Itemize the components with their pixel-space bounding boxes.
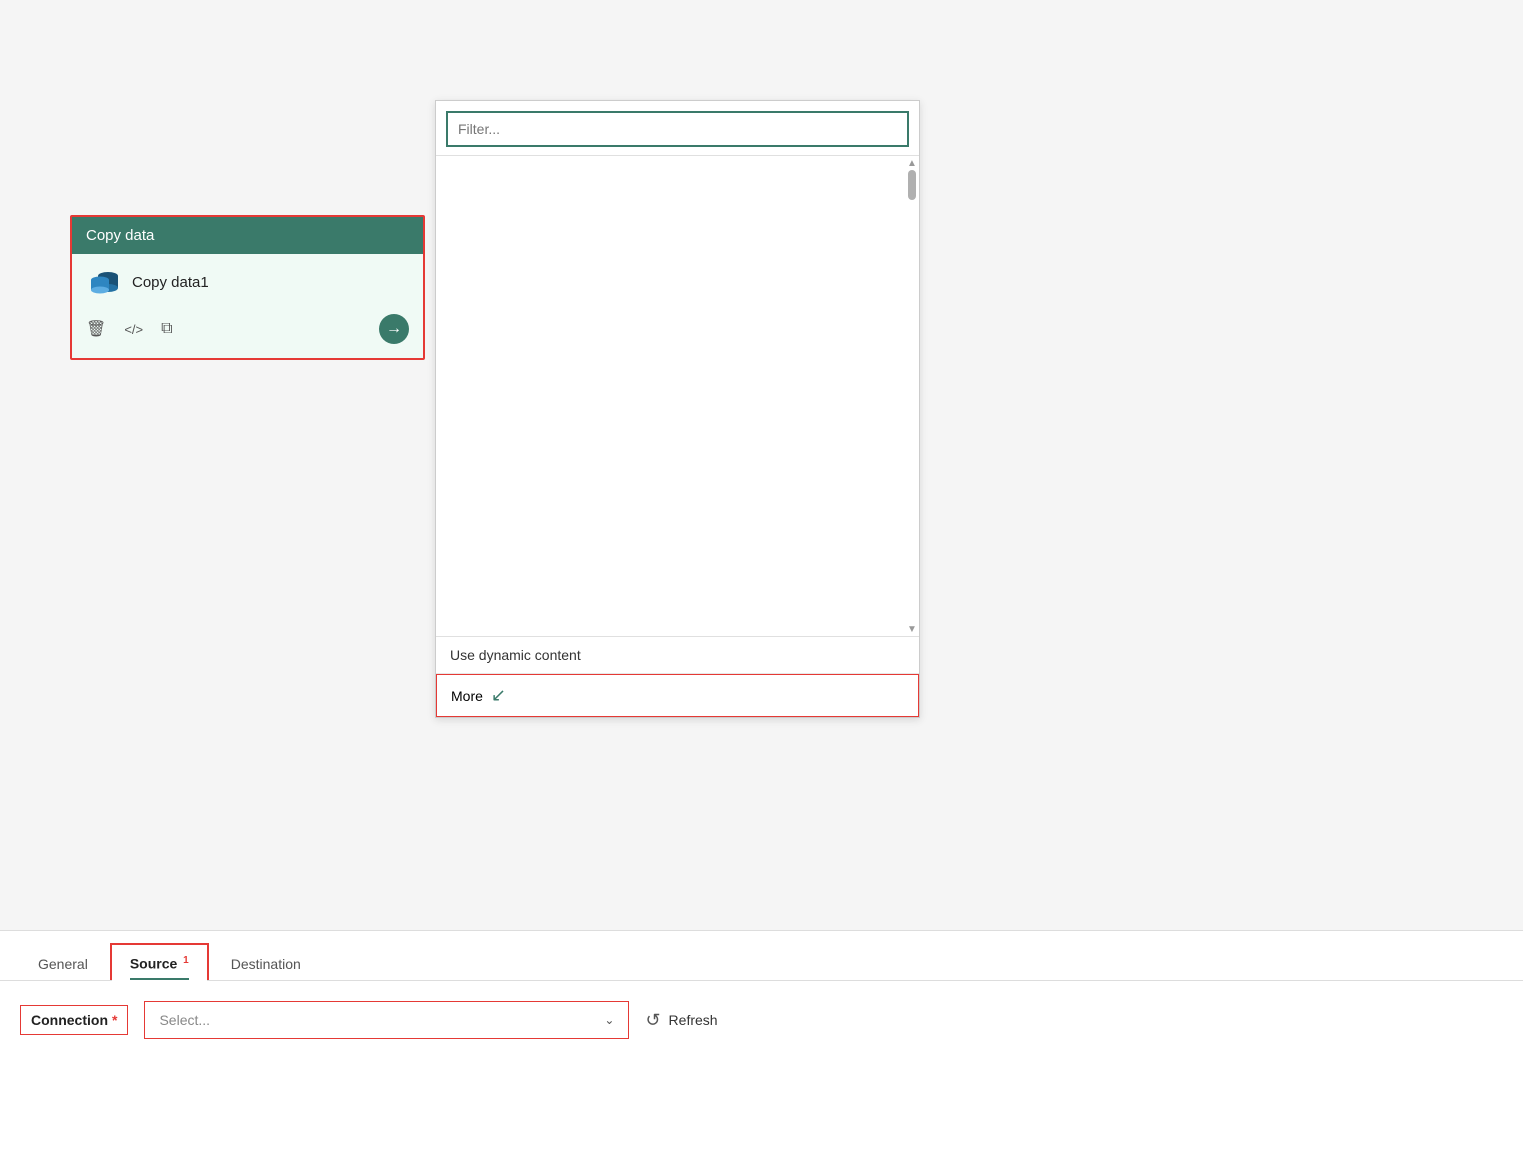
database-icon xyxy=(86,264,122,300)
tab-general-label: General xyxy=(38,956,88,972)
dropdown-list-area[interactable]: ▲ ▼ xyxy=(436,156,919,636)
tab-source-underline xyxy=(130,978,189,980)
copy-data-item-name: Copy data1 xyxy=(132,274,209,291)
copy-icon[interactable]: ⧉ xyxy=(161,320,172,338)
connection-text: Connection xyxy=(31,1012,108,1028)
open-arrow-button[interactable]: → xyxy=(379,314,409,344)
tab-destination[interactable]: Destination xyxy=(213,946,319,980)
copy-data-card: Copy data Copy data1 🗑 </> xyxy=(70,215,425,360)
dropdown-panel: ▲ ▼ Use dynamic content More ↙ xyxy=(435,100,920,718)
dropdown-footer: Use dynamic content More ↙ xyxy=(436,636,919,717)
tab-general[interactable]: General xyxy=(20,946,106,980)
use-dynamic-content-item[interactable]: Use dynamic content xyxy=(436,637,919,674)
more-arrow-icon: ↙ xyxy=(491,685,506,706)
more-item[interactable]: More ↙ xyxy=(436,674,919,717)
refresh-button[interactable]: ↺ Refresh xyxy=(645,1010,717,1031)
content-row: Connection * Select... ⌄ ↺ Refresh xyxy=(0,981,1523,1039)
tab-source-label: Source xyxy=(130,956,177,972)
tab-source-badge: 1 xyxy=(183,955,189,966)
select-placeholder: Select... xyxy=(159,1012,210,1028)
tab-destination-label: Destination xyxy=(231,956,301,972)
copy-data-body: Copy data1 🗑 </> ⧉ → xyxy=(72,254,423,358)
required-star: * xyxy=(112,1012,117,1028)
scroll-thumb[interactable] xyxy=(908,170,916,200)
copy-data-title: Copy data xyxy=(86,227,154,244)
connection-select[interactable]: Select... ⌄ xyxy=(144,1001,629,1039)
copy-data-item: Copy data1 xyxy=(86,264,409,300)
chevron-down-icon: ⌄ xyxy=(604,1013,614,1027)
arrow-right-icon: → xyxy=(386,320,402,338)
tabs-row: General Source 1 Destination xyxy=(0,931,1523,981)
scroll-up-icon[interactable]: ▲ xyxy=(907,158,917,168)
code-icon[interactable]: </> xyxy=(124,322,143,337)
copy-data-header: Copy data xyxy=(72,217,423,254)
filter-input[interactable] xyxy=(446,111,909,147)
delete-icon[interactable]: 🗑 xyxy=(86,319,106,339)
tab-source[interactable]: Source 1 xyxy=(110,943,209,980)
copy-data-actions: 🗑 </> ⧉ → xyxy=(86,314,409,344)
scroll-down-icon[interactable]: ▼ xyxy=(907,624,917,634)
connection-label: Connection * xyxy=(20,1005,128,1035)
refresh-label: Refresh xyxy=(669,1012,718,1028)
refresh-icon: ↺ xyxy=(645,1010,660,1031)
scrollbar: ▲ ▼ xyxy=(905,156,919,636)
filter-input-wrap xyxy=(436,101,919,156)
bottom-panel: General Source 1 Destination Connection … xyxy=(0,930,1523,1150)
